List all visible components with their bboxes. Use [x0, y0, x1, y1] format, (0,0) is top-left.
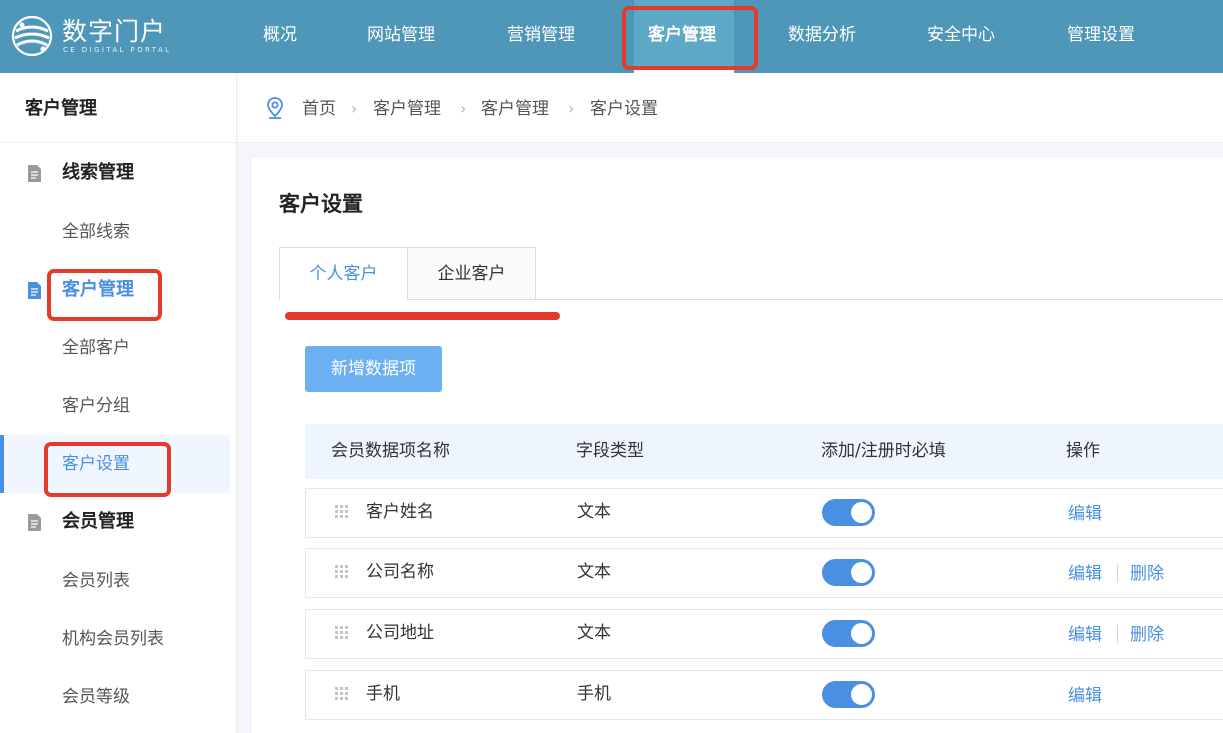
column-header-required: 添加/注册时必填: [821, 441, 946, 461]
edit-link[interactable]: 编辑: [1068, 551, 1102, 597]
document-icon: [28, 514, 41, 531]
row-name: 公司名称: [366, 562, 434, 582]
row-type: 文本: [577, 623, 611, 643]
breadcrumb-item[interactable]: 客户管理: [373, 73, 441, 145]
row-type: 文本: [577, 562, 611, 582]
edit-link[interactable]: 编辑: [1068, 491, 1102, 537]
chevron-right-icon: ›: [460, 99, 467, 118]
row-name: 客户姓名: [366, 502, 434, 522]
sidebar-item-all-leads[interactable]: 全部线索: [0, 203, 230, 261]
sidebar-group-customers[interactable]: 客户管理: [0, 270, 237, 310]
logo-title: 数字门户: [62, 17, 167, 46]
logo[interactable]: 数字门户 CE DIGITAL PORTAL: [10, 10, 180, 62]
sidebar-item-org-member-list[interactable]: 机构会员列表: [0, 610, 230, 668]
sidebar-item-member-list[interactable]: 会员列表: [0, 552, 230, 610]
nav-customer-management[interactable]: 客户管理: [648, 0, 716, 73]
location-pin-icon: [267, 97, 283, 119]
toggle-knob: [851, 502, 872, 523]
action-separator: [1117, 625, 1118, 643]
column-header-actions: 操作: [1066, 441, 1100, 461]
active-indicator: [0, 435, 4, 493]
nav-security-center[interactable]: 安全中心: [927, 0, 995, 73]
table-header: 会员数据项名称 字段类型 添加/注册时必填 操作: [305, 424, 1223, 479]
row-name: 手机: [366, 684, 400, 704]
breadcrumb-current: 客户设置: [590, 99, 658, 119]
drag-handle-icon[interactable]: [334, 625, 350, 641]
table-row: 公司名称 文本 编辑 删除: [305, 548, 1223, 598]
edit-link[interactable]: 编辑: [1068, 673, 1102, 719]
table-row: 公司地址 文本 编辑 删除: [305, 609, 1223, 659]
breadcrumb-item[interactable]: 客户管理: [481, 73, 549, 145]
delete-link[interactable]: 删除: [1130, 551, 1164, 597]
action-separator: [1117, 564, 1118, 582]
sidebar-item-label: 客户设置: [62, 454, 130, 474]
sidebar-item-member-levels[interactable]: 会员等级: [0, 668, 230, 726]
drag-handle-icon[interactable]: [334, 564, 350, 580]
page-title: 客户设置: [279, 192, 363, 216]
nav-overview[interactable]: 概况: [263, 0, 297, 73]
chevron-right-icon: ›: [568, 99, 575, 118]
sidebar-group-label: 线索管理: [62, 162, 134, 183]
sidebar: 客户管理 线索管理 全部线索 客户管理 全部客户 客户分组 客户设置 会员管理 …: [0, 73, 237, 733]
row-name: 公司地址: [366, 623, 434, 643]
sidebar-item-all-customers[interactable]: 全部客户: [0, 319, 230, 377]
nav-admin-settings[interactable]: 管理设置: [1067, 0, 1135, 73]
row-type: 手机: [577, 684, 611, 704]
sidebar-group-members[interactable]: 会员管理: [0, 502, 237, 542]
toggle-knob: [851, 684, 872, 705]
add-data-item-button[interactable]: 新增数据项: [305, 346, 442, 392]
document-icon: [28, 282, 41, 299]
nav-marketing[interactable]: 营销管理: [507, 0, 575, 73]
required-toggle[interactable]: [822, 499, 875, 526]
toggle-knob: [851, 562, 872, 583]
sidebar-group-leads[interactable]: 线索管理: [0, 153, 237, 193]
top-nav-bar: 数字门户 CE DIGITAL PORTAL 概况 网站管理 营销管理 客户管理…: [0, 0, 1223, 73]
delete-link[interactable]: 删除: [1130, 612, 1164, 658]
required-toggle[interactable]: [822, 620, 875, 647]
sidebar-item-customer-groups[interactable]: 客户分组: [0, 377, 230, 435]
tab-enterprise-customer[interactable]: 企业客户: [407, 247, 536, 300]
toggle-knob: [851, 623, 872, 644]
column-header-type: 字段类型: [576, 441, 644, 461]
tab-personal-customer[interactable]: 个人客户: [279, 247, 408, 300]
row-type: 文本: [577, 502, 611, 522]
sidebar-title: 客户管理: [0, 73, 237, 143]
required-toggle[interactable]: [822, 559, 875, 586]
main-panel: 客户设置 个人客户 企业客户 新增数据项 会员数据项名称 字段类型 添加/注册时…: [252, 158, 1223, 733]
edit-link[interactable]: 编辑: [1068, 612, 1102, 658]
chevron-right-icon: ›: [351, 99, 358, 118]
nav-data-analysis[interactable]: 数据分析: [788, 0, 856, 73]
logo-subtitle: CE DIGITAL PORTAL: [63, 46, 172, 54]
document-icon: [28, 165, 41, 182]
required-toggle[interactable]: [822, 681, 875, 708]
sidebar-item-customer-settings[interactable]: 客户设置: [0, 435, 230, 493]
breadcrumb: 首页 › 客户管理 › 客户管理 › 客户设置: [238, 73, 1223, 143]
table-row: 客户姓名 文本 编辑: [305, 488, 1223, 538]
sidebar-group-label: 客户管理: [62, 279, 134, 300]
logo-icon: [11, 15, 53, 57]
highlight-underline: [285, 312, 560, 320]
breadcrumb-home[interactable]: 首页: [302, 73, 336, 145]
table-row: 手机 手机 编辑: [305, 670, 1223, 720]
drag-handle-icon[interactable]: [334, 504, 350, 520]
sidebar-group-label: 会员管理: [62, 511, 134, 532]
column-header-name: 会员数据项名称: [331, 441, 450, 461]
nav-site-management[interactable]: 网站管理: [367, 0, 435, 73]
drag-handle-icon[interactable]: [334, 686, 350, 702]
